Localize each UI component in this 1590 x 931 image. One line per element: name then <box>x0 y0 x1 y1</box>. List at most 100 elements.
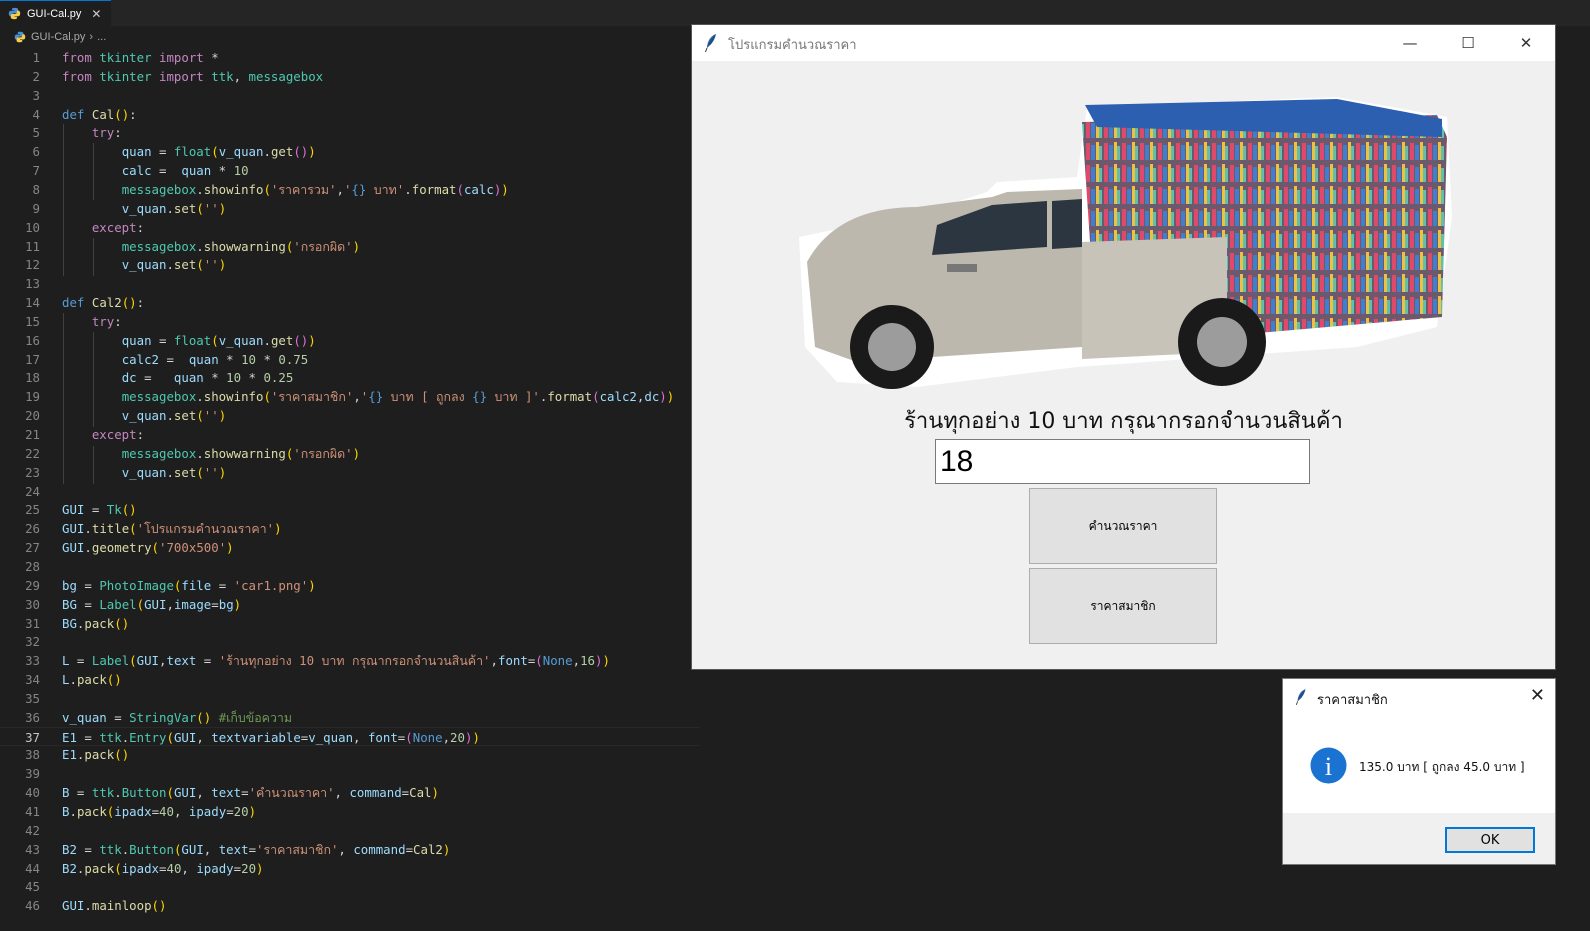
line-number: 2 <box>32 68 40 84</box>
code-line[interactable]: 43 B2 = ttk.Button(GUI, text='ราคาสมาชิก'… <box>0 840 700 859</box>
code-line[interactable]: 34 L.pack() <box>0 670 700 689</box>
code-line[interactable]: 36 v_quan = StringVar() #เก็บข้อความ <box>0 708 700 727</box>
code-text: v_quan.set('') <box>121 408 227 424</box>
code-line[interactable]: 44 B2.pack(ipadx=40, ipady=20) <box>0 859 700 878</box>
messagebox-dialog: ราคาสมาชิก ✕ i 135.0 บาท [ ถูกลง 45.0 บา… <box>1283 679 1555 864</box>
code-line[interactable]: 45 <box>0 877 700 896</box>
code-line[interactable]: 31 BG.pack() <box>0 614 700 633</box>
code-text: L = Label(GUI,text = 'ร้านทุกอย่าง 10 บา… <box>62 653 610 669</box>
code-line[interactable]: 26 GUI.title('โปรแกรมคำนวณราคา') <box>0 519 700 538</box>
dialog-footer: OK <box>1283 813 1555 864</box>
code-line[interactable]: 28 <box>0 557 700 576</box>
code-line[interactable]: 12 v_quan.set('') <box>0 255 700 274</box>
window-titlebar[interactable]: โปรแกรมคำนวณราคา — ☐ ✕ <box>692 25 1555 61</box>
code-line[interactable]: 19 messagebox.showinfo('ราคาสมาชิก','{} … <box>0 387 700 406</box>
code-line[interactable]: 35 <box>0 689 700 708</box>
code-text: B2 = ttk.Button(GUI, text='ราคาสมาชิก', … <box>62 841 451 857</box>
code-text: except: <box>91 427 145 442</box>
line-number: 43 <box>25 841 40 857</box>
window-title: โปรแกรมคำนวณราคา <box>728 38 857 53</box>
close-button[interactable]: ✕ <box>1497 25 1555 61</box>
dialog-close-button[interactable]: ✕ <box>1530 685 1545 706</box>
line-number: 6 <box>32 144 40 160</box>
line-number: 32 <box>25 634 40 650</box>
line-number: 1 <box>32 50 40 65</box>
code-line[interactable]: 29 bg = PhotoImage(file = 'car1.png') <box>0 576 700 595</box>
code-line[interactable]: 40 B = ttk.Button(GUI, text='คำนวณราคา', … <box>0 783 700 802</box>
code-line[interactable]: 18 dc = quan * 10 * 0.25 <box>0 368 700 387</box>
code-text: from tkinter import ttk, messagebox <box>62 68 324 84</box>
code-text: v_quan.set('') <box>121 464 227 480</box>
code-line[interactable]: 38 E1.pack() <box>0 745 700 764</box>
code-line[interactable]: 14 def Cal2(): <box>0 293 700 312</box>
code-line[interactable]: 23 v_quan.set('') <box>0 463 700 482</box>
code-line[interactable]: 6 quan = float(v_quan.get()) <box>0 142 700 161</box>
close-tab-icon[interactable]: ✕ <box>91 7 101 21</box>
code-line[interactable]: 3 <box>0 86 700 105</box>
quantity-input[interactable]: 18 <box>935 439 1310 484</box>
code-text: calc = quan * 10 <box>121 163 249 179</box>
line-number: 27 <box>25 540 40 556</box>
maximize-button[interactable]: ☐ <box>1439 25 1497 61</box>
code-line[interactable]: 25 GUI = Tk() <box>0 500 700 519</box>
ok-button[interactable]: OK <box>1445 827 1535 853</box>
dialog-titlebar[interactable]: ราคาสมาชิก ✕ <box>1283 679 1555 715</box>
code-line[interactable]: 30 BG = Label(GUI,image=bg) <box>0 595 700 614</box>
line-number: 3 <box>32 87 40 103</box>
code-line[interactable]: 20 v_quan.set('') <box>0 406 700 425</box>
minimize-button[interactable]: — <box>1381 25 1439 61</box>
line-number: 28 <box>25 558 40 574</box>
code-text: try: <box>91 125 122 141</box>
code-line[interactable]: 16 quan = float(v_quan.get()) <box>0 331 700 350</box>
code-line[interactable]: 17 calc2 = quan * 10 * 0.75 <box>0 350 700 369</box>
code-line[interactable]: 13 <box>0 274 700 293</box>
breadcrumb-symbol[interactable]: ... <box>97 31 106 43</box>
code-line[interactable]: 8 messagebox.showinfo('ราคารวม','{} บาท'… <box>0 180 700 199</box>
code-line[interactable]: 2 from tkinter import ttk, messagebox <box>0 67 700 86</box>
code-text: B2.pack(ipadx=40, ipady=20) <box>62 860 264 876</box>
line-number: 13 <box>25 276 40 292</box>
code-line[interactable]: 33 L = Label(GUI,text = 'ร้านทุกอย่าง 10 … <box>0 651 700 670</box>
code-editor[interactable]: 1 from tkinter import * 2 from tkinter impo… <box>0 48 700 931</box>
prompt-label: ร้านทุกอย่าง 10 บาท กรุณากรอกจำนวนสินค้า <box>904 409 1343 434</box>
code-line[interactable]: 9 v_quan.set('') <box>0 199 700 218</box>
line-number: 39 <box>25 766 40 782</box>
code-line[interactable]: 1 from tkinter import * <box>0 48 700 67</box>
code-line[interactable]: 15 try: <box>0 312 700 331</box>
code-line[interactable]: 32 <box>0 632 700 651</box>
code-line[interactable]: 24 <box>0 482 700 501</box>
line-number: 9 <box>32 200 40 216</box>
tab-gui-cal[interactable]: GUI-Cal.py ✕ <box>0 0 112 26</box>
calculate-price-button[interactable]: คำนวณราคา <box>1029 488 1217 564</box>
code-line[interactable]: 39 <box>0 764 700 783</box>
feather-icon <box>1295 689 1306 706</box>
member-price-button[interactable]: ราคาสมาชิก <box>1029 568 1217 644</box>
code-line[interactable]: 5 try: <box>0 123 700 142</box>
line-number: 30 <box>25 596 40 612</box>
code-line[interactable]: 21 except: <box>0 425 700 444</box>
editor-tab-bar: GUI-Cal.py ✕ <box>0 0 1590 26</box>
line-number: 37 <box>25 729 40 745</box>
code-line[interactable]: 11 messagebox.showwarning('กรอกผิด') <box>0 237 700 256</box>
line-number: 45 <box>25 879 40 895</box>
feather-icon <box>705 34 716 53</box>
line-number: 21 <box>25 427 40 442</box>
code-text: B = ttk.Button(GUI, text='คำนวณราคา', co… <box>62 785 439 801</box>
code-line[interactable]: 7 calc = quan * 10 <box>0 161 700 180</box>
line-number: 31 <box>25 615 40 631</box>
code-line[interactable]: 27 GUI.geometry('700x500') <box>0 538 700 557</box>
line-number: 29 <box>25 577 40 593</box>
chevron-right-icon: › <box>89 31 94 43</box>
code-line[interactable]: 46 GUI.mainloop() <box>0 896 700 915</box>
code-line[interactable]: 10 except: <box>0 218 700 237</box>
line-number: 4 <box>32 106 40 122</box>
breadcrumb-file[interactable]: GUI-Cal.py <box>31 31 85 43</box>
code-line[interactable]: 4 def Cal(): <box>0 105 700 124</box>
code-line[interactable]: 37 E1 = ttk.Entry(GUI, textvariable=v_qua… <box>0 726 700 746</box>
code-text: calc2 = quan * 10 * 0.75 <box>121 351 309 367</box>
code-text: from tkinter import * <box>62 50 219 65</box>
code-line[interactable]: 42 <box>0 821 700 840</box>
code-line[interactable]: 22 messagebox.showwarning('กรอกผิด') <box>0 444 700 463</box>
code-text: messagebox.showwarning('กรอกผิด') <box>121 445 361 461</box>
code-line[interactable]: 41 B.pack(ipadx=40, ipady=20) <box>0 802 700 821</box>
